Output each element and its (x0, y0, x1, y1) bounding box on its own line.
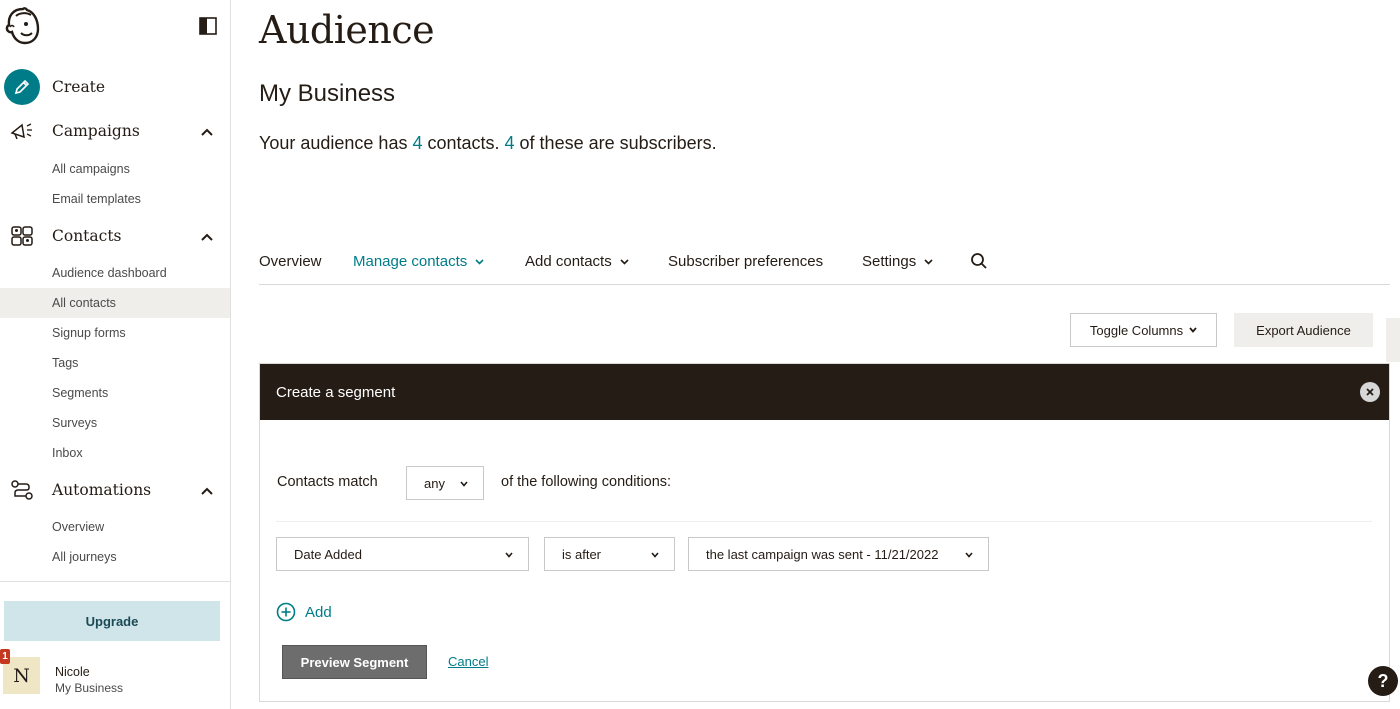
sidebar-item-audience-dashboard[interactable]: Audience dashboard (0, 258, 230, 288)
condition-operator-value: is after (562, 546, 602, 562)
summary-prefix: Your audience has (259, 133, 413, 153)
sidebar-toggle-icon[interactable] (199, 17, 217, 35)
chevron-down-icon (924, 258, 933, 265)
sidebar-divider (0, 581, 230, 582)
export-audience-button[interactable]: Export Audience (1234, 313, 1373, 347)
match-label: Contacts match (277, 474, 378, 490)
chevron-up-icon[interactable] (199, 484, 215, 496)
sidebar-section-campaigns[interactable]: Campaigns (0, 116, 230, 146)
sidebar: Create Campaigns All campaigns Email tem… (0, 0, 231, 709)
contacts-count: 4 (412, 133, 423, 153)
chevron-down-icon (475, 258, 484, 265)
create-button[interactable]: Create (4, 68, 105, 106)
chevron-down-icon (1189, 327, 1197, 333)
sidebar-item-tags[interactable]: Tags (0, 348, 230, 378)
help-icon[interactable]: ? (1368, 666, 1398, 696)
tab-settings[interactable]: Settings (862, 253, 933, 270)
pencil-icon (4, 69, 40, 105)
create-segment-panel: Create a segment Contacts match any of t… (259, 363, 1390, 702)
tab-label: Settings (862, 253, 917, 270)
cancel-link[interactable]: Cancel (448, 654, 488, 669)
add-condition-label: Add (305, 603, 332, 621)
business-name: My Business (259, 80, 396, 107)
tab-add-contacts[interactable]: Add contacts (525, 253, 629, 270)
condition-operator-select[interactable]: is after (544, 537, 675, 571)
plus-circle-icon (276, 602, 296, 622)
tab-label: Manage contacts (353, 253, 468, 270)
sidebar-item-email-templates[interactable]: Email templates (0, 184, 230, 214)
upgrade-button[interactable]: Upgrade (4, 601, 220, 641)
freddie-logo-icon[interactable] (4, 6, 42, 46)
sidebar-section-contacts[interactable]: Contacts (0, 221, 230, 251)
close-icon[interactable] (1360, 382, 1380, 402)
sidebar-section-label: Automations (52, 481, 152, 499)
automations-icon (10, 479, 34, 501)
summary-suffix: of these are subscribers. (514, 133, 717, 153)
notification-badge: 1 (0, 649, 10, 664)
condition-value: the last campaign was sent - 11/21/2022 (706, 546, 939, 562)
condition-field-select[interactable]: Date Added (276, 537, 529, 571)
chevron-up-icon[interactable] (199, 230, 215, 242)
sidebar-item-all-contacts[interactable]: All contacts (0, 288, 230, 318)
condition-value-select[interactable]: the last campaign was sent - 11/21/2022 (688, 537, 989, 571)
sidebar-item-inbox[interactable]: Inbox (0, 438, 230, 468)
summary-middle: contacts. (422, 133, 505, 153)
sidebar-section-automations[interactable]: Automations (0, 475, 230, 505)
sidebar-item-all-campaigns[interactable]: All campaigns (0, 154, 230, 184)
sidebar-section-label: Campaigns (52, 122, 140, 140)
condition-field-value: Date Added (294, 546, 362, 562)
match-type-select[interactable]: any (406, 466, 484, 500)
segment-header: Create a segment (260, 364, 1389, 420)
tab-overview[interactable]: Overview (259, 253, 322, 270)
chevron-up-icon[interactable] (199, 125, 215, 137)
tab-subscriber-preferences[interactable]: Subscriber preferences (668, 253, 823, 270)
match-after-label: of the following conditions: (501, 474, 672, 490)
tab-manage-contacts[interactable]: Manage contacts (353, 253, 484, 270)
chevron-down-icon (620, 258, 629, 265)
sidebar-section-label: Contacts (52, 227, 122, 245)
chevron-down-icon (965, 552, 973, 558)
sidebar-item-all-journeys[interactable]: All journeys (0, 542, 230, 572)
conditions-divider (276, 521, 1372, 522)
sidebar-item-signup-forms[interactable]: Signup forms (0, 318, 230, 348)
audience-summary: Your audience has 4 contacts. 4 of these… (259, 133, 717, 154)
chevron-down-icon (505, 552, 513, 558)
tab-label: Add contacts (525, 253, 612, 270)
chevron-down-icon (651, 552, 659, 558)
audience-tabs: Overview Manage contacts Add contacts Su… (259, 240, 1390, 285)
toggle-columns-label: Toggle Columns (1089, 322, 1184, 338)
add-condition-button[interactable]: Add (276, 602, 332, 622)
segment-title: Create a segment (276, 383, 396, 401)
side-panel-edge[interactable] (1386, 318, 1400, 362)
megaphone-icon (10, 120, 34, 142)
match-type-value: any (424, 475, 445, 491)
sidebar-item-segments[interactable]: Segments (0, 378, 230, 408)
toggle-columns-button[interactable]: Toggle Columns (1070, 313, 1217, 347)
tab-label: Overview (259, 253, 322, 270)
sidebar-item-automations-overview[interactable]: Overview (0, 512, 230, 542)
search-icon[interactable] (970, 252, 988, 270)
tab-label: Subscriber preferences (668, 253, 824, 270)
preview-segment-button[interactable]: Preview Segment (282, 645, 427, 679)
sidebar-item-surveys[interactable]: Surveys (0, 408, 230, 438)
create-label: Create (52, 78, 106, 96)
chevron-down-icon (460, 481, 468, 487)
user-org: My Business (55, 681, 124, 695)
page-title: Audience (259, 8, 435, 52)
contacts-icon (10, 225, 34, 247)
subscribers-count: 4 (504, 133, 515, 153)
user-name[interactable]: Nicole (55, 665, 90, 679)
